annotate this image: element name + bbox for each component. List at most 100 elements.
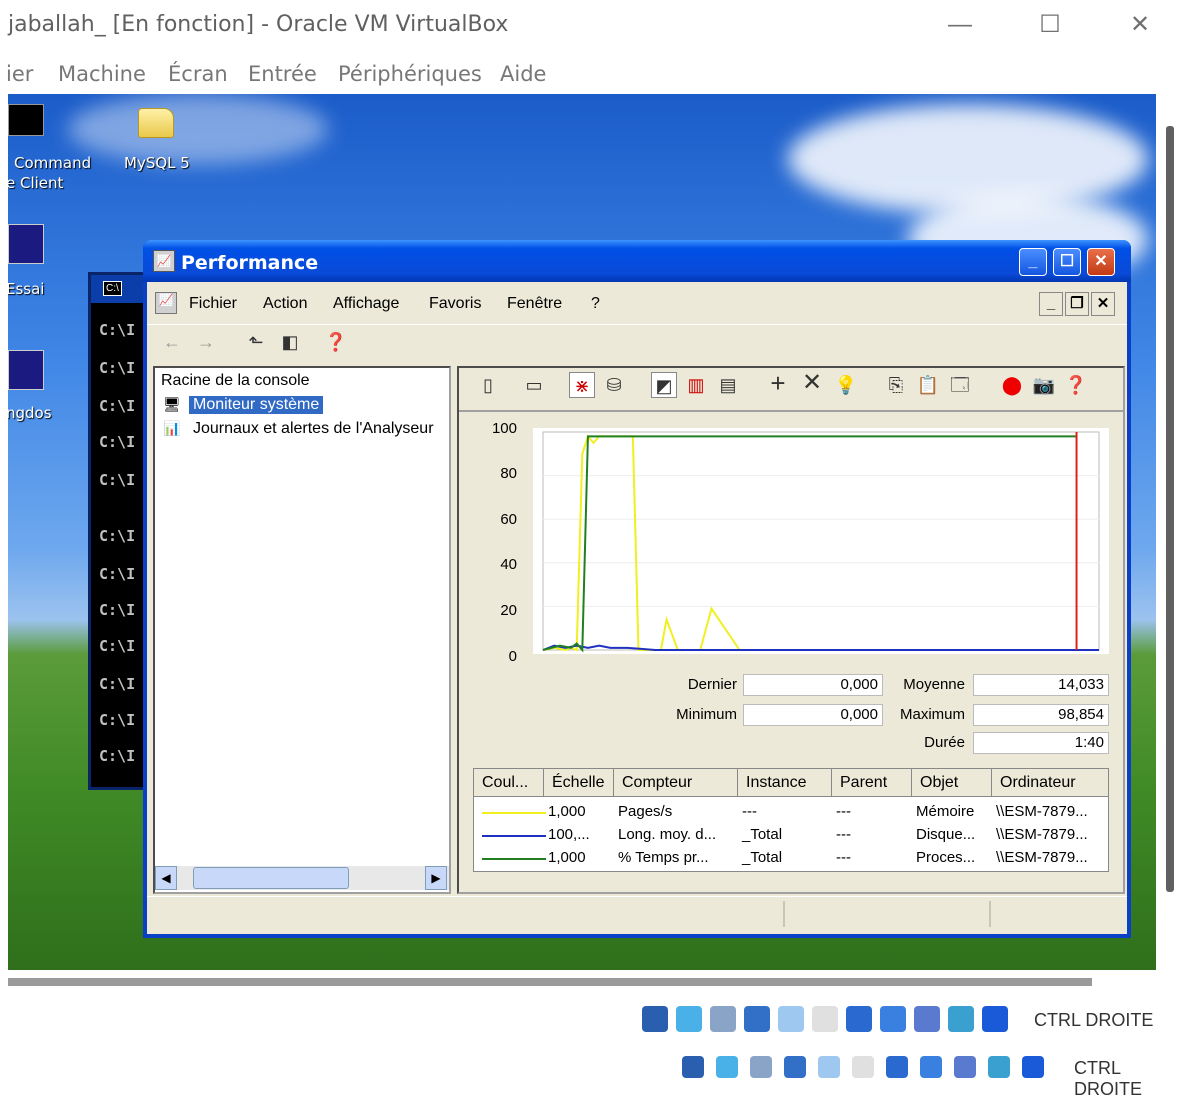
host-menu-peripheriques[interactable]: Périphériques bbox=[338, 62, 482, 86]
download-icon[interactable] bbox=[982, 1006, 1008, 1032]
legend-cell-parent[interactable]: --- bbox=[836, 826, 851, 843]
copy-properties-icon[interactable]: ⎘ bbox=[883, 372, 909, 398]
display-icon[interactable] bbox=[812, 1006, 838, 1032]
shared-folders-icon[interactable] bbox=[818, 1056, 840, 1078]
menu-action[interactable]: Action bbox=[263, 295, 307, 313]
network-icon[interactable] bbox=[710, 1006, 736, 1032]
tree-horizontal-scrollbar[interactable]: ◀ ▶ bbox=[155, 866, 449, 890]
col-header-objet[interactable]: Objet bbox=[912, 769, 992, 797]
legend-cell-object[interactable]: Proces... bbox=[916, 849, 975, 866]
menu-fichier[interactable]: Fichier bbox=[189, 295, 237, 313]
mouse-integration-icon[interactable] bbox=[920, 1056, 942, 1078]
delete-counter-icon[interactable]: ✕ bbox=[799, 370, 825, 396]
usb-icon[interactable] bbox=[784, 1056, 806, 1078]
performance-titlebar[interactable]: 📈 Performance _ ☐ ✕ bbox=[143, 240, 1131, 282]
vm-vertical-scrollbar[interactable] bbox=[1166, 126, 1174, 892]
col-header-couleur[interactable]: Coul... bbox=[474, 769, 544, 797]
audio-icon[interactable] bbox=[716, 1056, 738, 1078]
maximize-button[interactable]: ☐ bbox=[1053, 248, 1081, 276]
screen-recording-icon[interactable] bbox=[886, 1056, 908, 1078]
vbox-status-icon[interactable] bbox=[988, 1056, 1010, 1078]
legend-cell-parent[interactable]: --- bbox=[836, 849, 851, 866]
menu-affichage[interactable]: Affichage bbox=[333, 295, 399, 313]
usb-icon[interactable] bbox=[744, 1006, 770, 1032]
mdi-close-button[interactable]: ✕ bbox=[1091, 292, 1115, 316]
legend-color-swatch[interactable] bbox=[482, 858, 546, 860]
col-header-compteur[interactable]: Compteur bbox=[614, 769, 738, 797]
scroll-left-button[interactable]: ◀ bbox=[155, 866, 177, 890]
legend-cell-computer[interactable]: \\ESM-7879... bbox=[996, 849, 1088, 866]
sysmon-help-icon[interactable]: ❓ bbox=[1063, 372, 1089, 398]
legend-color-swatch[interactable] bbox=[482, 812, 546, 814]
menu-fenetre[interactable]: Fenêtre bbox=[507, 295, 562, 313]
legend-cell-counter[interactable]: Pages/s bbox=[618, 803, 672, 820]
new-counter-set-icon[interactable]: ▯ bbox=[475, 372, 501, 398]
legend-cell-computer[interactable]: \\ESM-7879... bbox=[996, 826, 1088, 843]
mouse-integration-icon[interactable] bbox=[880, 1006, 906, 1032]
legend-cell-object[interactable]: Disque... bbox=[916, 826, 975, 843]
close-button[interactable]: ✕ bbox=[1087, 248, 1115, 276]
view-histogram-icon[interactable]: ▥ bbox=[683, 372, 709, 398]
download-icon[interactable] bbox=[1022, 1056, 1044, 1078]
command-client-icon[interactable] bbox=[8, 104, 44, 136]
legend-cell-object[interactable]: Mémoire bbox=[916, 803, 974, 820]
col-header-ordinateur[interactable]: Ordinateur bbox=[992, 769, 1108, 797]
counter-legend[interactable]: Coul... Échelle Compteur Instance Parent… bbox=[473, 768, 1109, 872]
properties-icon[interactable]: 🗔 bbox=[947, 372, 973, 398]
view-report-icon[interactable]: ▤ bbox=[715, 372, 741, 398]
clear-display-icon[interactable]: ▭ bbox=[521, 372, 547, 398]
show-tree-icon[interactable]: ◧ bbox=[277, 329, 303, 355]
back-arrow-icon[interactable]: ← bbox=[159, 329, 185, 355]
view-graph-icon[interactable]: ◩ bbox=[651, 372, 677, 398]
scroll-thumb[interactable] bbox=[193, 867, 349, 889]
current-activity-icon[interactable]: ⋇ bbox=[569, 372, 595, 398]
host-menu-aide[interactable]: Aide bbox=[500, 62, 546, 86]
ngdos-shortcut-icon[interactable] bbox=[8, 350, 44, 390]
up-folder-icon[interactable]: ⬑ bbox=[243, 329, 269, 355]
col-header-parent[interactable]: Parent bbox=[832, 769, 912, 797]
network-icon[interactable] bbox=[750, 1056, 772, 1078]
vbox-status-icon[interactable] bbox=[948, 1006, 974, 1032]
mysql-folder-icon[interactable] bbox=[138, 108, 174, 138]
essai-shortcut-icon[interactable] bbox=[8, 224, 44, 264]
host-maximize-button[interactable]: ☐ bbox=[1030, 8, 1070, 42]
optical-drive-icon[interactable] bbox=[682, 1056, 704, 1078]
tree-item-journaux[interactable]: Journaux et alertes de l'Analyseur bbox=[193, 420, 434, 438]
paste-counter-list-icon[interactable]: 📋 bbox=[915, 372, 941, 398]
host-menu-entree[interactable]: Entrée bbox=[248, 62, 317, 86]
highlight-icon[interactable]: 💡 bbox=[833, 372, 859, 398]
legend-cell-scale[interactable]: 100,... bbox=[548, 826, 590, 843]
screen-recording-icon[interactable] bbox=[846, 1006, 872, 1032]
view-log-data-icon[interactable]: ⛁ bbox=[601, 372, 627, 398]
shared-folders-icon[interactable] bbox=[778, 1006, 804, 1032]
legend-cell-instance[interactable]: _Total bbox=[742, 826, 782, 843]
tree-item-moniteur[interactable]: Moniteur système bbox=[189, 396, 324, 414]
vm-horizontal-scrollbar[interactable] bbox=[8, 978, 1092, 986]
host-minimize-button[interactable]: — bbox=[940, 8, 980, 42]
legend-cell-counter[interactable]: % Temps pr... bbox=[618, 849, 709, 866]
optical-drive-icon[interactable] bbox=[642, 1006, 668, 1032]
legend-cell-scale[interactable]: 1,000 bbox=[548, 849, 586, 866]
performance-window[interactable]: 📈 Performance _ ☐ ✕ 📈 Fichier Action Aff… bbox=[143, 240, 1131, 938]
cpu-icon[interactable] bbox=[954, 1056, 976, 1078]
host-close-button[interactable]: ✕ bbox=[1120, 8, 1160, 42]
host-key-label[interactable]: CTRL DROITE bbox=[1034, 1010, 1153, 1031]
display-icon[interactable] bbox=[852, 1056, 874, 1078]
host-key-label-2[interactable]: CTRL DROITE bbox=[1074, 1058, 1192, 1100]
audio-icon[interactable] bbox=[676, 1006, 702, 1032]
menu-favoris[interactable]: Favoris bbox=[429, 295, 481, 313]
console-tree[interactable]: Racine de la console 🖥 Moniteur système … bbox=[153, 366, 451, 894]
minimize-button[interactable]: _ bbox=[1019, 248, 1047, 276]
scroll-right-button[interactable]: ▶ bbox=[425, 866, 447, 890]
host-menu-fichier[interactable]: ier bbox=[6, 62, 33, 86]
cpu-icon[interactable] bbox=[914, 1006, 940, 1032]
legend-cell-computer[interactable]: \\ESM-7879... bbox=[996, 803, 1088, 820]
legend-cell-parent[interactable]: --- bbox=[836, 803, 851, 820]
legend-cell-instance[interactable]: --- bbox=[742, 803, 757, 820]
update-data-icon[interactable]: 📷 bbox=[1031, 372, 1057, 398]
host-menu-ecran[interactable]: Écran bbox=[168, 62, 228, 86]
legend-cell-scale[interactable]: 1,000 bbox=[548, 803, 586, 820]
col-header-echelle[interactable]: Échelle bbox=[544, 769, 614, 797]
menu-help[interactable]: ? bbox=[591, 295, 600, 313]
mdi-restore-button[interactable]: ❐ bbox=[1065, 292, 1089, 316]
